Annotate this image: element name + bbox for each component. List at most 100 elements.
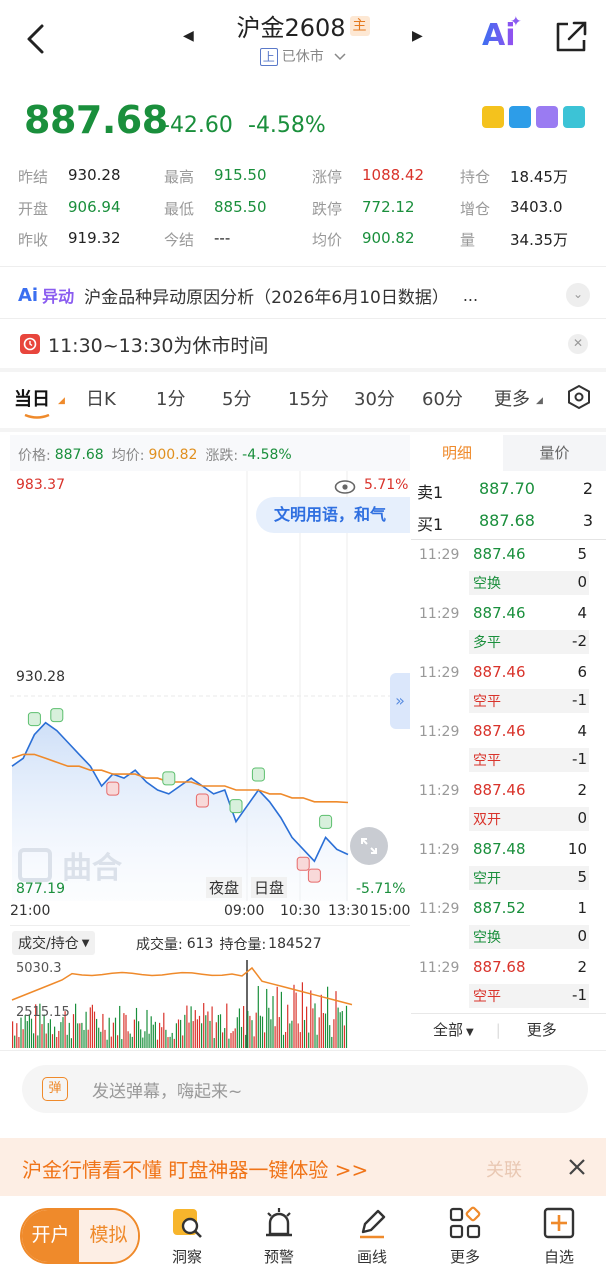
volume-bar <box>104 1029 106 1048</box>
volume-bar <box>156 1039 159 1048</box>
watermark-text: 曲合 <box>62 851 122 886</box>
ellipsis: ... <box>462 285 479 305</box>
period-tab[interactable]: 1分 <box>156 385 185 411</box>
trade-marker[interactable] <box>27 712 41 727</box>
lightbulb-tool-icon[interactable] <box>536 106 558 128</box>
trade-type: 空平 <box>473 989 501 1005</box>
volume-bar <box>234 1028 236 1048</box>
volume-bar <box>98 1027 100 1048</box>
expand-chevron-icon[interactable]: ⌄ <box>566 283 590 307</box>
volume-bar <box>324 1013 327 1048</box>
trade-marker[interactable] <box>195 793 209 808</box>
time-axis: 21:00 09:00 10:30 13:30 15:00 <box>10 901 410 923</box>
indicator-select[interactable]: 成交/持仓 ▼ <box>12 931 96 955</box>
trade-delta: -1 <box>572 986 587 1004</box>
orderbook-vol: 2 <box>582 479 593 498</box>
volume-readout: 成交量: 613 持仓量: 184527 <box>136 934 322 954</box>
fullscreen-icon[interactable] <box>350 827 388 865</box>
volume-bar <box>203 1003 205 1048</box>
volume-bar <box>114 1017 117 1048</box>
period-tab[interactable]: 5分 <box>222 385 251 411</box>
volume-bar <box>196 1019 198 1048</box>
period-tab[interactable]: 日K <box>86 385 116 411</box>
volume-bar <box>49 1019 51 1048</box>
trade-marker[interactable] <box>319 814 333 829</box>
orderbook-price: 887.68 <box>479 511 535 530</box>
indicator-select-label: 成交/持仓 <box>18 936 79 952</box>
trade-more[interactable]: 更多 <box>527 1019 557 1040</box>
volume-bar <box>72 1014 75 1048</box>
volume-bar <box>37 1035 39 1048</box>
volume-bar <box>245 1034 247 1048</box>
intraday-chart[interactable]: 价格: 887.68 均价: 900.82 涨跌: -4.58% 983.37 … <box>10 435 410 1048</box>
nav-more[interactable]: 更多 <box>430 1206 500 1267</box>
next-contract-icon[interactable]: ▶ <box>412 28 423 44</box>
share-icon[interactable] <box>554 20 588 54</box>
period-tab[interactable]: 60分 <box>422 385 463 411</box>
ai-anomaly-banner[interactable]: Ai 异动 沪金品种异动原因分析（2026年6月10日数据） ... ⌄ <box>0 275 606 315</box>
volume-bar <box>175 1023 177 1048</box>
logo-icon <box>18 848 52 882</box>
volume-bar <box>249 1015 251 1048</box>
danmu-input[interactable]: 弹 发送弹幕，嗨起来~ <box>22 1065 588 1113</box>
volume-bar <box>33 1033 35 1048</box>
trade-price: 887.46 <box>473 604 526 622</box>
trade-marker[interactable] <box>50 708 64 723</box>
stat-value: 1088.42 <box>362 166 425 184</box>
tab-volume-price[interactable]: 量价 <box>503 435 606 471</box>
volume-bar <box>66 1034 68 1048</box>
avg-label: 均价: <box>111 448 145 464</box>
simulate-button[interactable]: 模拟 <box>79 1210 138 1262</box>
magnifier-tool-icon[interactable] <box>482 106 504 128</box>
volume-bar <box>238 1008 240 1048</box>
trade-marker[interactable] <box>296 856 310 871</box>
trade-price: 887.46 <box>473 545 526 563</box>
contract-title[interactable]: 沪金2608 <box>236 8 345 43</box>
nav-insight[interactable]: 洞察 <box>152 1206 222 1267</box>
period-tab[interactable]: 更多 <box>494 385 530 411</box>
tab-detail[interactable]: 明细 <box>411 435 503 471</box>
volume-bar <box>154 1021 156 1048</box>
expand-panel-button[interactable]: » <box>390 673 410 729</box>
trade-marker[interactable] <box>251 767 265 782</box>
volume-bar <box>236 1017 238 1048</box>
eye-icon[interactable] <box>334 479 356 495</box>
exchange-badge: 上 <box>259 48 278 66</box>
period-tab[interactable]: 30分 <box>354 385 395 411</box>
trade-vol: 5 <box>577 545 587 563</box>
trade-marker[interactable] <box>106 781 120 796</box>
nav-draw[interactable]: 画线 <box>337 1206 407 1267</box>
volume-bar <box>177 1019 180 1048</box>
y-axis-top: 983.37 <box>16 477 65 493</box>
trade-vol: 2 <box>577 958 587 976</box>
period-tab[interactable]: 当日 <box>14 385 50 411</box>
nav-watchlist[interactable]: 自选 <box>524 1206 594 1267</box>
volume-bar <box>182 1035 184 1048</box>
volume-bar <box>102 1013 104 1048</box>
chart-tool-icon[interactable] <box>563 106 585 128</box>
promo-banner[interactable]: 沪金行情看不懂 盯盘神器一键体验 >> 关联 <box>0 1138 606 1196</box>
settings-hexagon-icon[interactable] <box>566 384 592 410</box>
open-account-button[interactable]: 开户 <box>22 1210 80 1262</box>
volume-bar <box>123 1013 125 1048</box>
close-icon[interactable] <box>567 1157 587 1177</box>
watermark: 曲合 <box>18 843 122 887</box>
volume-bar <box>110 1036 112 1048</box>
ai-assistant-button[interactable]: Ai ✦ <box>482 14 522 58</box>
volume-bar <box>161 1027 163 1048</box>
nav-alert[interactable]: 预警 <box>244 1206 314 1267</box>
volume-bar <box>81 1022 83 1048</box>
filter-all[interactable]: 全部 ▼ <box>433 1019 474 1040</box>
notice-text: 11:30~13:30为休市时间 <box>48 334 269 357</box>
period-tab[interactable]: 15分 <box>288 385 329 411</box>
volume-bar <box>119 1005 121 1048</box>
trade-marker[interactable] <box>229 799 243 814</box>
caret-down-icon: ▼ <box>81 937 90 949</box>
trade-marker[interactable] <box>162 771 176 786</box>
calendar-tool-icon[interactable] <box>509 106 531 128</box>
trade-type: 空平 <box>473 694 501 710</box>
close-icon[interactable]: ✕ <box>568 334 588 354</box>
trade-marker[interactable] <box>307 868 321 883</box>
volume-bar <box>278 1017 280 1048</box>
vol-label: 成交量: <box>136 937 183 953</box>
